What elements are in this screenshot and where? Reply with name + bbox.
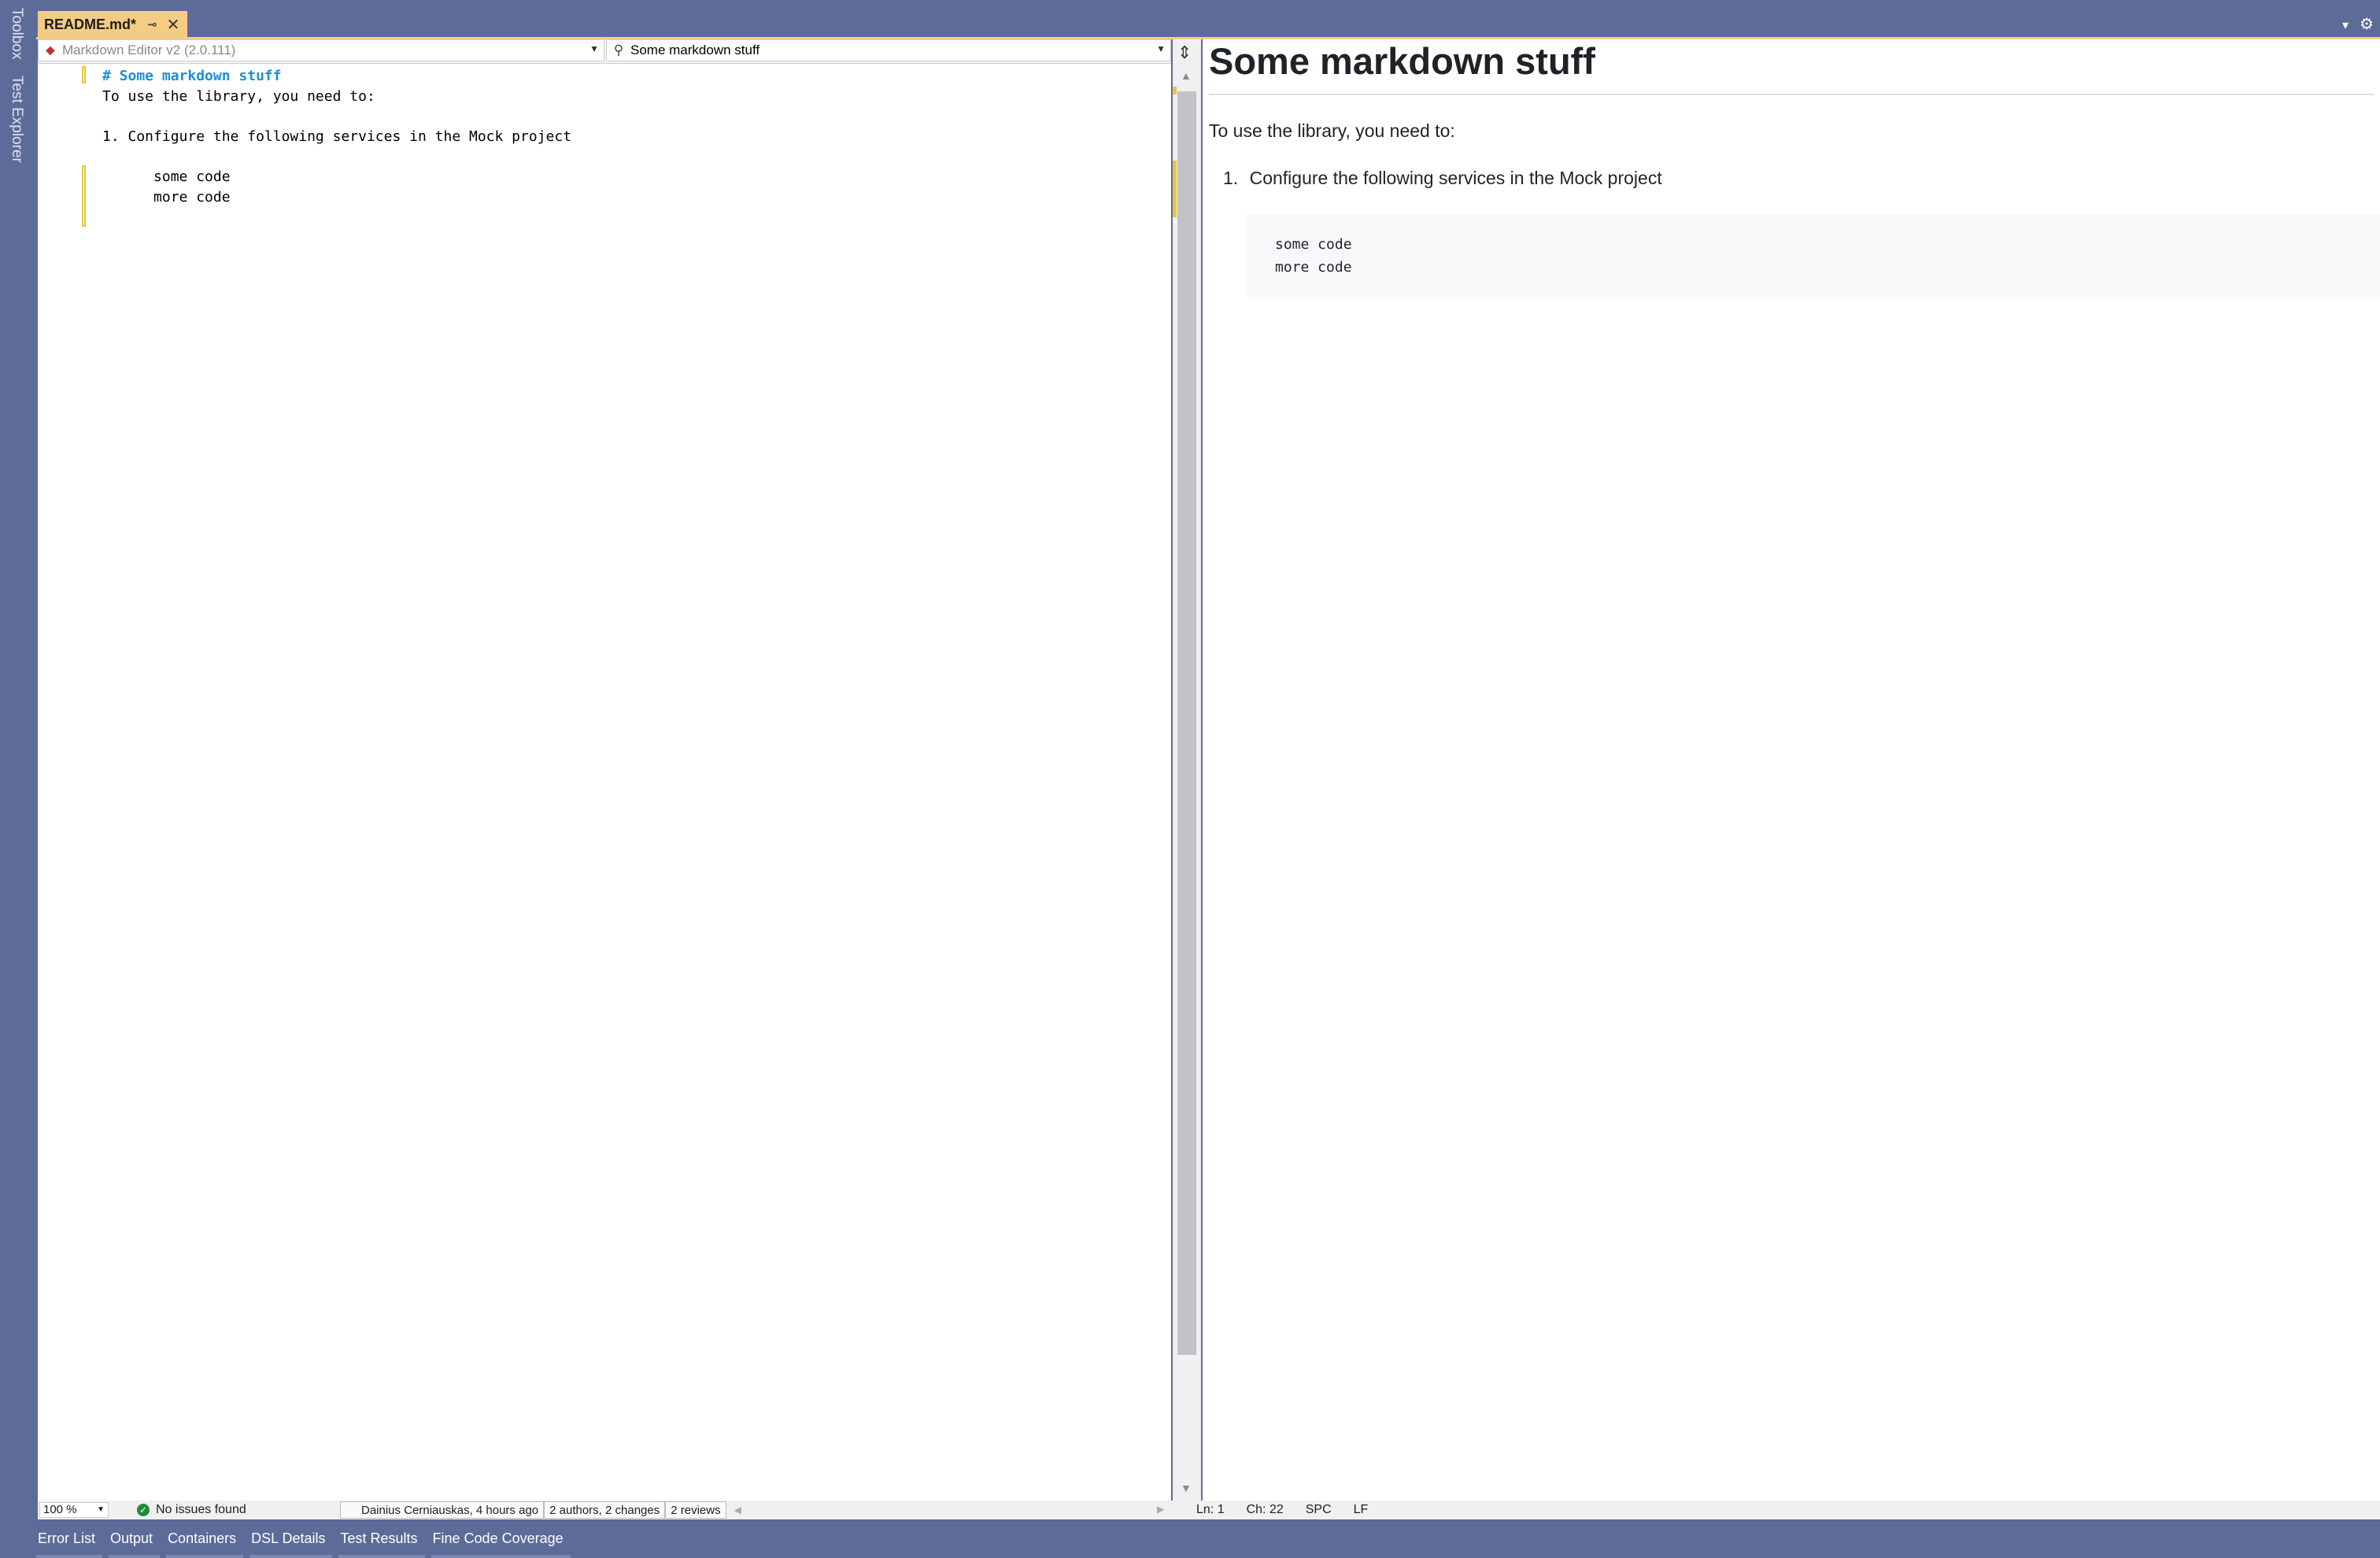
readme-document-tab[interactable]: README.md* ⊸ ✕ bbox=[38, 11, 187, 38]
preview-code-block: some code more code bbox=[1247, 214, 2380, 297]
tab-error-list[interactable]: Error List bbox=[36, 1526, 103, 1558]
document-tab-row: README.md* ⊸ ✕ ▾ ⚙ bbox=[36, 6, 2380, 38]
heading-symbol-icon: ⚲ bbox=[613, 43, 624, 57]
preview-paragraph: To use the library, you need to: bbox=[1209, 120, 1455, 141]
check-circle-icon: ✓ bbox=[137, 1504, 150, 1516]
git-reviews-cell[interactable]: 2 reviews bbox=[665, 1501, 726, 1519]
line-ending-indicator[interactable]: LF bbox=[1354, 1503, 1369, 1517]
scrollbar-change-marker bbox=[1173, 161, 1177, 217]
pin-icon[interactable]: ⊸ bbox=[147, 17, 157, 31]
markdown-editor-pane[interactable]: ⬥ Markdown Editor v2 (2.0.111) ▼ ⚲ Some … bbox=[38, 39, 1171, 1501]
scroll-right-icon[interactable]: ▶ bbox=[1157, 1504, 1164, 1515]
document-tab-title: README.md* bbox=[44, 16, 137, 32]
scroll-down-icon[interactable]: ▼ bbox=[1181, 1482, 1192, 1494]
zoom-dropdown[interactable]: 100 % ▼ bbox=[39, 1502, 109, 1518]
git-authors-cell[interactable]: 2 authors, 2 changes bbox=[544, 1501, 666, 1519]
issues-text: No issues found bbox=[156, 1503, 246, 1516]
close-icon[interactable]: ✕ bbox=[167, 15, 180, 35]
column-indicator: Ch: 22 bbox=[1246, 1503, 1284, 1516]
gear-icon[interactable]: ⚙ bbox=[2360, 14, 2374, 34]
tab-containers[interactable]: Containers bbox=[166, 1526, 244, 1558]
change-marker bbox=[82, 66, 86, 83]
tab-fine-code-coverage[interactable]: Fine Code Coverage bbox=[431, 1526, 571, 1558]
code-line: To use the library, you need to: bbox=[102, 87, 375, 105]
caret-info: Ln: 1 Ch: 22 SPC LF bbox=[1196, 1503, 1368, 1517]
editor-navigation-bar: ⬥ Markdown Editor v2 (2.0.111) ▼ ⚲ Some … bbox=[38, 39, 1171, 64]
code-line: more code bbox=[102, 188, 231, 205]
editor-vertical-scrollbar[interactable]: ⇕ ▲ ▼ bbox=[1173, 39, 1201, 1501]
list-item-text: Configure the following services in the … bbox=[1249, 168, 1662, 188]
project-combo[interactable]: ⬥ Markdown Editor v2 (2.0.111) ▼ bbox=[38, 39, 604, 61]
tab-output[interactable]: Output bbox=[109, 1526, 161, 1558]
line-indicator: Ln: 1 bbox=[1196, 1503, 1225, 1516]
chevron-down-icon: ▼ bbox=[589, 43, 599, 54]
split-view-icon[interactable]: ⇕ bbox=[1177, 43, 1192, 63]
spacing-indicator[interactable]: SPC bbox=[1306, 1503, 1332, 1517]
git-author-cell[interactable]: Dainius Cerniauskas, 4 hours ago bbox=[340, 1501, 545, 1519]
preview-heading: Some markdown stuff bbox=[1209, 39, 2374, 95]
list-item-number: 1. bbox=[1223, 168, 1239, 188]
code-line: 1. Configure the following services in t… bbox=[102, 128, 572, 145]
toolbox-tab[interactable]: Toolbox bbox=[8, 8, 25, 60]
tab-dsl-details[interactable]: DSL Details bbox=[249, 1526, 333, 1558]
code-text[interactable]: # Some markdown stuff To use the library,… bbox=[102, 66, 571, 207]
project-combo-label: Markdown Editor v2 (2.0.111) bbox=[62, 43, 236, 57]
preview-list-item: 1. Configure the following services in t… bbox=[1223, 168, 1662, 189]
markdown-preview-pane: Some markdown stuff To use the library, … bbox=[1203, 39, 2380, 1501]
editor-status-bar: 100 % ▼ ✓ No issues found Dainius Cernia… bbox=[38, 1501, 2380, 1519]
chevron-down-icon: ▼ bbox=[97, 1505, 105, 1514]
scrollbar-thumb[interactable] bbox=[1177, 91, 1196, 1355]
scroll-up-icon[interactable]: ▲ bbox=[1181, 69, 1192, 82]
zoom-level: 100 % bbox=[43, 1503, 77, 1516]
tab-list-dropdown-icon[interactable]: ▾ bbox=[2342, 17, 2349, 33]
code-line: # Some markdown stuff bbox=[102, 68, 282, 84]
heading-combo[interactable]: ⚲ Some markdown stuff ▼ bbox=[606, 39, 1171, 61]
side-tool-strip: Toolbox Test Explorer bbox=[0, 0, 36, 1519]
change-marker bbox=[82, 165, 86, 227]
code-line: some code bbox=[102, 168, 231, 185]
bottom-tool-tabs: Error List Output Containers DSL Details… bbox=[36, 1526, 2380, 1558]
markdown-editor-icon: ⬥ bbox=[46, 43, 55, 57]
heading-combo-label: Some markdown stuff bbox=[630, 43, 760, 57]
git-blame-strip: Dainius Cerniauskas, 4 hours ago 2 autho… bbox=[340, 1501, 741, 1519]
scrollbar-change-marker bbox=[1173, 87, 1177, 94]
tab-test-results[interactable]: Test Results bbox=[338, 1526, 425, 1558]
scroll-left-icon[interactable]: ◀ bbox=[734, 1501, 741, 1519]
test-explorer-tab[interactable]: Test Explorer bbox=[8, 76, 25, 163]
chevron-down-icon: ▼ bbox=[1156, 43, 1166, 54]
issues-indicator[interactable]: ✓ No issues found bbox=[137, 1503, 246, 1517]
